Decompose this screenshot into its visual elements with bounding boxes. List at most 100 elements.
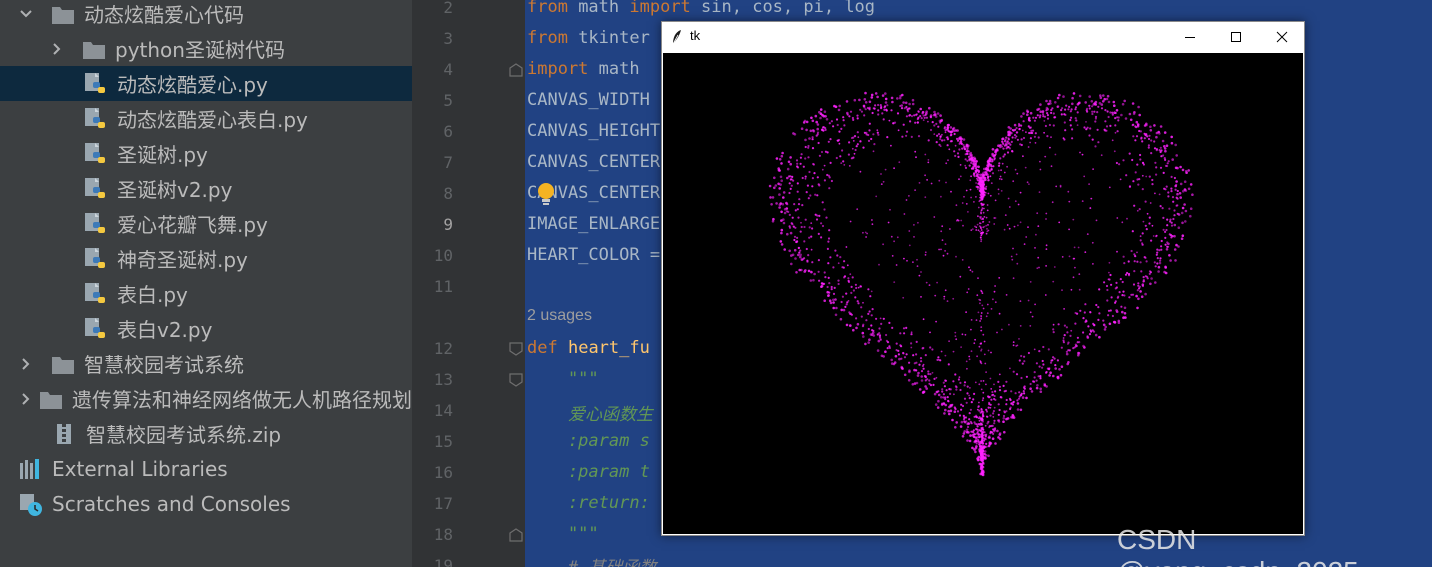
line-number: 15 xyxy=(433,432,453,451)
tree-item-file[interactable]: 爱心花瓣飞舞.py xyxy=(0,206,412,241)
usages-hint[interactable]: 2 usages xyxy=(527,307,592,325)
tree-item-label: 动态炫酷爱心表白.py xyxy=(117,108,308,132)
code-line[interactable]: CANVAS_CENTER xyxy=(527,152,660,174)
tk-title-bar[interactable]: tk xyxy=(662,22,1304,53)
tree-item-label: 智慧校园考试系统.zip xyxy=(86,423,282,447)
tree-item-scratches[interactable]: Scratches and Consoles xyxy=(0,486,412,521)
tree-item-label: 动态炫酷爱心代码 xyxy=(84,3,244,27)
line-number: 5 xyxy=(443,91,453,110)
heart-particle-canvas xyxy=(768,91,1194,477)
folder-icon xyxy=(51,353,75,375)
tree-item-label: 神奇圣诞树.py xyxy=(117,248,248,272)
code-line[interactable]: 爱心函数生 xyxy=(527,400,653,425)
python-file-icon xyxy=(84,247,108,270)
tree-item-label: Scratches and Consoles xyxy=(52,491,291,516)
tree-item-label: 表白.py xyxy=(117,283,188,307)
code-line[interactable]: :param s xyxy=(527,431,650,453)
chevron-right-icon[interactable] xyxy=(19,357,33,371)
code-text: math xyxy=(567,0,630,17)
tree-item-label: External Libraries xyxy=(52,456,228,481)
line-number: 3 xyxy=(443,29,453,48)
tree-item-file-selected[interactable]: 动态炫酷爱心.py xyxy=(0,66,412,101)
tree-item-file[interactable]: 动态炫酷爱心表白.py xyxy=(0,101,412,136)
folder-icon xyxy=(82,38,106,60)
code-text: tkinter xyxy=(567,28,650,48)
line-number: 12 xyxy=(433,339,453,358)
line-number: 14 xyxy=(433,401,453,420)
tree-item-label: 圣诞树v2.py xyxy=(117,178,233,202)
tree-item-file[interactable]: 表白v2.py xyxy=(0,311,412,346)
tree-item-file[interactable]: 圣诞树.py xyxy=(0,136,412,171)
tree-item-label: 表白v2.py xyxy=(117,318,213,342)
folder-icon xyxy=(51,3,75,25)
tree-item-external-libraries[interactable]: External Libraries xyxy=(0,451,412,486)
line-number: 18 xyxy=(433,525,453,544)
tree-item-file[interactable]: 表白.py xyxy=(0,276,412,311)
fold-marker-icon[interactable] xyxy=(509,372,523,387)
function-name: heart_fu xyxy=(567,338,650,358)
code-text: sin, cos, pi, log xyxy=(690,0,876,17)
tree-item-file[interactable]: 圣诞树v2.py xyxy=(0,171,412,206)
python-file-icon xyxy=(84,282,108,305)
code-line[interactable]: :return: xyxy=(527,493,650,515)
line-number: 11 xyxy=(433,277,453,296)
python-file-icon xyxy=(84,317,108,340)
chevron-right-icon[interactable] xyxy=(50,42,64,56)
python-file-icon xyxy=(84,107,108,130)
line-number: 10 xyxy=(433,246,453,265)
line-number: 17 xyxy=(433,494,453,513)
maximize-button[interactable] xyxy=(1213,22,1259,53)
keyword: from xyxy=(527,28,568,48)
tree-item-label: 爱心花瓣飞舞.py xyxy=(117,213,268,237)
code-line[interactable]: def heart_fu xyxy=(527,338,650,360)
python-file-icon xyxy=(84,72,108,95)
code-line[interactable]: IMAGE_ENLARGE xyxy=(527,214,660,236)
code-line[interactable]: CANVAS_WIDTH xyxy=(527,90,650,112)
keyword: from xyxy=(527,0,568,17)
keyword: import xyxy=(527,59,589,79)
close-button[interactable] xyxy=(1259,22,1305,53)
watermark: CSDN @yang_csdn_2025 xyxy=(1117,524,1359,567)
code-text: math xyxy=(588,59,640,79)
code-line[interactable]: from tkinter xyxy=(527,28,650,50)
chevron-down-icon[interactable] xyxy=(19,7,33,21)
tree-item-label: 动态炫酷爱心.py xyxy=(117,73,268,97)
python-file-icon xyxy=(84,142,108,165)
code-line[interactable]: CANVAS_HEIGHT xyxy=(527,121,660,143)
tree-item-label: python圣诞树代码 xyxy=(115,38,285,62)
tree-item-folder-heart[interactable]: 动态炫酷爱心代码 xyxy=(0,0,412,31)
code-line[interactable]: :param t xyxy=(527,462,650,484)
scratches-icon xyxy=(19,493,43,516)
libraries-icon xyxy=(19,458,43,480)
tree-item-label: 圣诞树.py xyxy=(117,143,208,167)
minimize-button[interactable] xyxy=(1167,22,1213,53)
line-number: 7 xyxy=(443,153,453,172)
tree-item-folder-drone[interactable]: 遗传算法和神经网络做无人机路径规划 xyxy=(0,381,412,416)
line-number: 6 xyxy=(443,122,453,141)
python-file-icon xyxy=(84,177,108,200)
code-line[interactable]: HEART_COLOR = xyxy=(527,245,660,267)
line-number: 4 xyxy=(443,60,453,79)
tk-canvas[interactable] xyxy=(663,53,1303,534)
lightbulb-icon[interactable] xyxy=(535,181,557,207)
code-line[interactable]: """ xyxy=(527,524,599,546)
project-tree-panel: 动态炫酷爱心代码 python圣诞树代码 动态炫酷爱心.py 动态炫酷爱心表白.… xyxy=(0,0,412,567)
line-number: 2 xyxy=(443,0,453,17)
tree-item-folder-xmas[interactable]: python圣诞树代码 xyxy=(0,31,412,66)
feather-icon xyxy=(671,29,683,45)
code-line[interactable]: # 基础函数 xyxy=(527,553,656,567)
tree-item-folder-exam[interactable]: 智慧校园考试系统 xyxy=(0,346,412,381)
folder-icon xyxy=(39,388,63,410)
code-line[interactable]: from math import sin, cos, pi, log xyxy=(527,0,875,19)
tk-window[interactable]: tk xyxy=(661,21,1305,536)
fold-marker-icon[interactable] xyxy=(509,62,523,77)
fold-marker-icon[interactable] xyxy=(509,527,523,542)
tree-item-label: 遗传算法和神经网络做无人机路径规划 xyxy=(72,388,412,412)
tree-item-zip[interactable]: 智慧校园考试系统.zip xyxy=(0,416,412,451)
tree-item-file[interactable]: 神奇圣诞树.py xyxy=(0,241,412,276)
tree-item-label: 智慧校园考试系统 xyxy=(84,353,244,377)
code-line[interactable]: import math xyxy=(527,59,640,81)
code-line[interactable]: """ xyxy=(527,369,599,391)
chevron-right-icon[interactable] xyxy=(19,392,30,406)
fold-marker-icon[interactable] xyxy=(509,341,523,356)
